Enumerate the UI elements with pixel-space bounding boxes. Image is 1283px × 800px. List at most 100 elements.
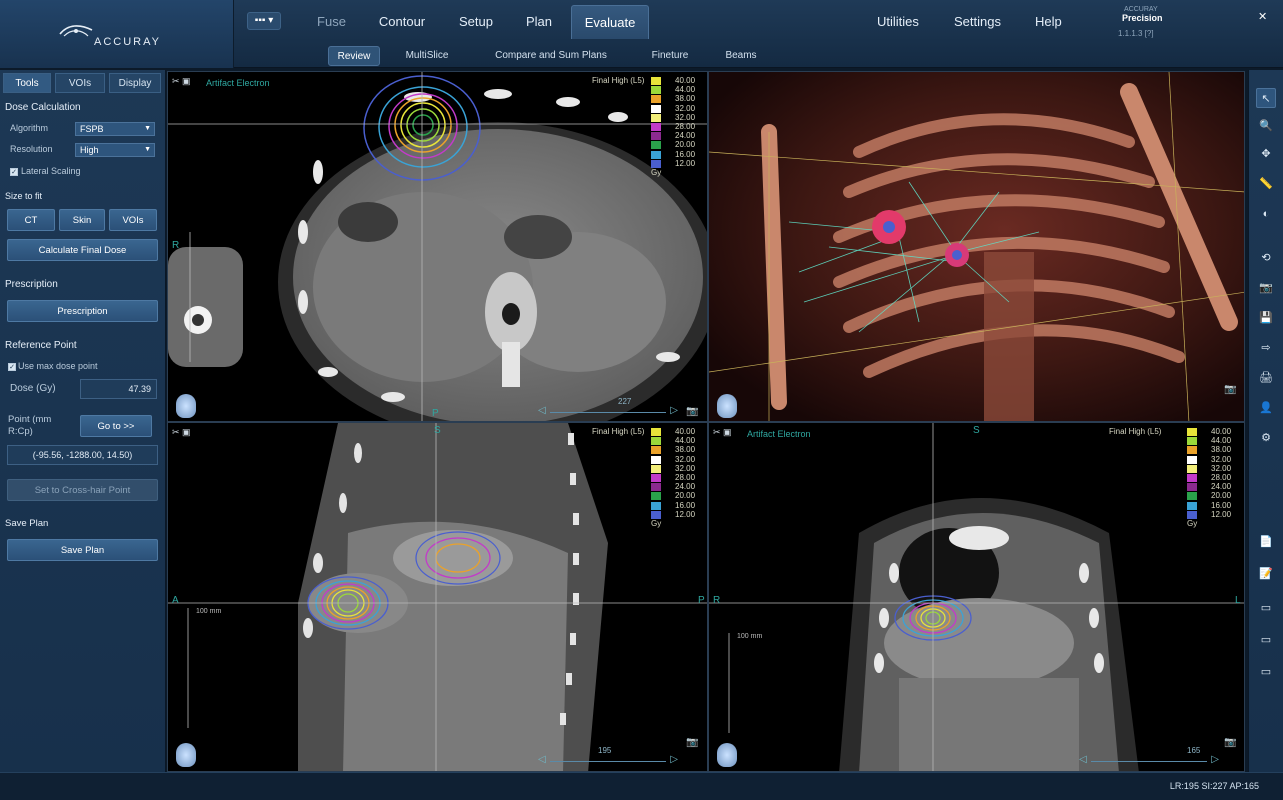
panel-tab-display[interactable]: Display xyxy=(109,73,161,93)
legend-row: 38.00 xyxy=(651,94,707,104)
tab-setup[interactable]: Setup xyxy=(448,5,504,39)
sagittal-slice-slider[interactable]: ◁ 195 ▷ xyxy=(538,746,678,767)
algorithm-select[interactable]: FSPB ▼ xyxy=(75,122,155,136)
document-icon[interactable]: 📄 xyxy=(1256,532,1276,552)
camera-icon[interactable]: 📷 xyxy=(686,406,698,417)
coronal-viewport-label: Artifact Electron xyxy=(747,429,811,439)
viewport-tools[interactable]: ✂ ▣ xyxy=(172,427,191,438)
calculate-final-dose-button[interactable]: Calculate Final Dose xyxy=(7,239,158,261)
subtab-beams[interactable]: Beams xyxy=(718,46,764,66)
legend-value: 28.00 xyxy=(675,121,696,131)
camera-icon[interactable]: 📷 xyxy=(1224,384,1236,395)
export-icon[interactable]: ⇨ xyxy=(1256,338,1276,358)
zoom-icon[interactable]: 🔍 xyxy=(1256,116,1276,136)
sagittal-viewport[interactable]: ✂ ▣ Final High (L5) 40.00 44.00 38.00 32.00… xyxy=(167,422,708,772)
settings-icon[interactable]: ⚙ xyxy=(1256,428,1276,448)
menu-utilities[interactable]: Utilities xyxy=(877,5,919,39)
legend-swatch xyxy=(651,132,661,141)
orientation-head-icon[interactable] xyxy=(717,743,737,767)
legend-row: 20.00 xyxy=(1187,491,1244,501)
axial-viewport[interactable]: ✂ ▣ Artifact Electron Final High (L5) 40… xyxy=(167,71,708,422)
slice-next-icon[interactable]: ▷ xyxy=(1211,754,1219,765)
cursor-coordinates: LR:195 SI:227 AP:165 xyxy=(1169,781,1259,791)
slider-track[interactable] xyxy=(1091,761,1207,762)
save-icon[interactable]: 💾 xyxy=(1256,308,1276,328)
slice-prev-icon[interactable]: ◁ xyxy=(538,405,546,416)
threed-viewport[interactable]: 📷 xyxy=(708,71,1245,422)
axial-orient-left: R xyxy=(172,240,180,251)
point-coordinates-field[interactable]: (-95.56, -1288.00, 14.50) xyxy=(7,445,158,465)
page-c-icon[interactable]: ▭ xyxy=(1256,662,1276,682)
fit-skin-button[interactable]: Skin xyxy=(59,209,105,231)
viewport-tools[interactable]: ✂ ▣ xyxy=(172,76,191,87)
orientation-head-icon[interactable] xyxy=(717,394,737,418)
orientation-head-icon[interactable] xyxy=(176,394,196,418)
viewport-tools[interactable]: ✂ ▣ xyxy=(713,427,732,438)
pointer-icon[interactable]: ↖ xyxy=(1256,88,1276,108)
view-layout-menu[interactable]: ▪▪▪ ▾ xyxy=(247,12,281,30)
tab-fuse[interactable]: Fuse xyxy=(304,5,359,39)
measure-icon[interactable]: 📏 xyxy=(1256,174,1276,194)
sagittal-orient-left: A xyxy=(172,595,179,606)
legend-swatch xyxy=(651,473,661,482)
axial-ct-image[interactable] xyxy=(168,72,708,422)
coronal-viewport[interactable]: ✂ ▣ Artifact Electron Final High (L5) 40… xyxy=(708,422,1245,772)
page-b-icon[interactable]: ▭ xyxy=(1256,630,1276,650)
panel-tab-tools[interactable]: Tools xyxy=(3,73,51,93)
lateral-scaling-checkbox[interactable]: ✓ xyxy=(10,168,18,176)
legend-swatch xyxy=(651,455,661,464)
menu-help[interactable]: Help xyxy=(1035,5,1062,39)
goto-point-button[interactable]: Go to >> xyxy=(80,415,152,437)
coronal-slice-slider[interactable]: ◁ 165 ▷ xyxy=(1079,746,1219,767)
camera-icon[interactable]: 📷 xyxy=(1256,278,1276,298)
reset-view-icon[interactable]: ⟲ xyxy=(1256,248,1276,268)
subtab-multislice[interactable]: MultiSlice xyxy=(398,46,456,66)
legend-swatch xyxy=(651,510,661,519)
resolution-select[interactable]: High ▼ xyxy=(75,143,155,157)
legend-value: 16.00 xyxy=(675,149,696,159)
prescription-title: Prescription xyxy=(5,279,58,290)
tab-contour[interactable]: Contour xyxy=(370,5,434,39)
panel-tab-vois[interactable]: VOIs xyxy=(55,73,105,93)
product-brand: ACCURAY xyxy=(1124,6,1158,13)
slice-next-icon[interactable]: ▷ xyxy=(670,405,678,416)
subtab-fineture[interactable]: Fineture xyxy=(642,46,698,66)
legend-row: 16.00 xyxy=(1187,501,1244,510)
save-plan-button[interactable]: Save Plan xyxy=(7,539,158,561)
camera-icon[interactable]: 📷 xyxy=(686,737,698,748)
prescription-button[interactable]: Prescription xyxy=(7,300,158,322)
fit-ct-button[interactable]: CT xyxy=(7,209,55,231)
window-level-icon[interactable]: ◐ xyxy=(1256,204,1276,224)
print-icon[interactable]: 🖨 xyxy=(1256,368,1276,388)
legend-swatch xyxy=(651,122,661,131)
menu-settings[interactable]: Settings xyxy=(954,5,1001,39)
page-a-icon[interactable]: ▭ xyxy=(1256,598,1276,618)
camera-icon[interactable]: 📷 xyxy=(1224,737,1236,748)
axial-slice-number: 227 xyxy=(618,397,632,406)
threed-render-image[interactable] xyxy=(709,72,1245,422)
set-crosshair-point-button[interactable]: Set to Cross-hair Point xyxy=(7,479,158,501)
pan-icon[interactable]: ✥ xyxy=(1256,144,1276,164)
use-max-dose-checkbox[interactable]: ✓ xyxy=(8,363,16,371)
axial-slice-slider[interactable]: ◁ 227 ▷ xyxy=(538,397,678,418)
legend-swatch xyxy=(651,104,661,113)
legend-value: 40.00 xyxy=(1211,427,1232,436)
coronal-orient-right: L xyxy=(1235,595,1241,606)
sagittal-legend-title: Final High (L5) xyxy=(592,427,645,436)
close-icon[interactable]: ✕ xyxy=(1258,10,1267,23)
tab-plan[interactable]: Plan xyxy=(516,5,562,39)
sagittal-ct-image[interactable] xyxy=(168,423,708,772)
orientation-head-icon[interactable] xyxy=(176,743,196,767)
note-icon[interactable]: 📝 xyxy=(1256,564,1276,584)
slider-track[interactable] xyxy=(550,412,666,413)
tab-evaluate[interactable]: Evaluate xyxy=(571,5,649,39)
slice-next-icon[interactable]: ▷ xyxy=(670,754,678,765)
subtab-review[interactable]: Review xyxy=(328,46,380,66)
slice-prev-icon[interactable]: ◁ xyxy=(538,754,546,765)
user-icon[interactable]: 👤 xyxy=(1256,398,1276,418)
coronal-ct-image[interactable] xyxy=(709,423,1245,772)
subtab-compare-sum[interactable]: Compare and Sum Plans xyxy=(486,46,616,66)
fit-vois-button[interactable]: VOIs xyxy=(109,209,157,231)
slice-prev-icon[interactable]: ◁ xyxy=(1079,754,1087,765)
slider-track[interactable] xyxy=(550,761,666,762)
